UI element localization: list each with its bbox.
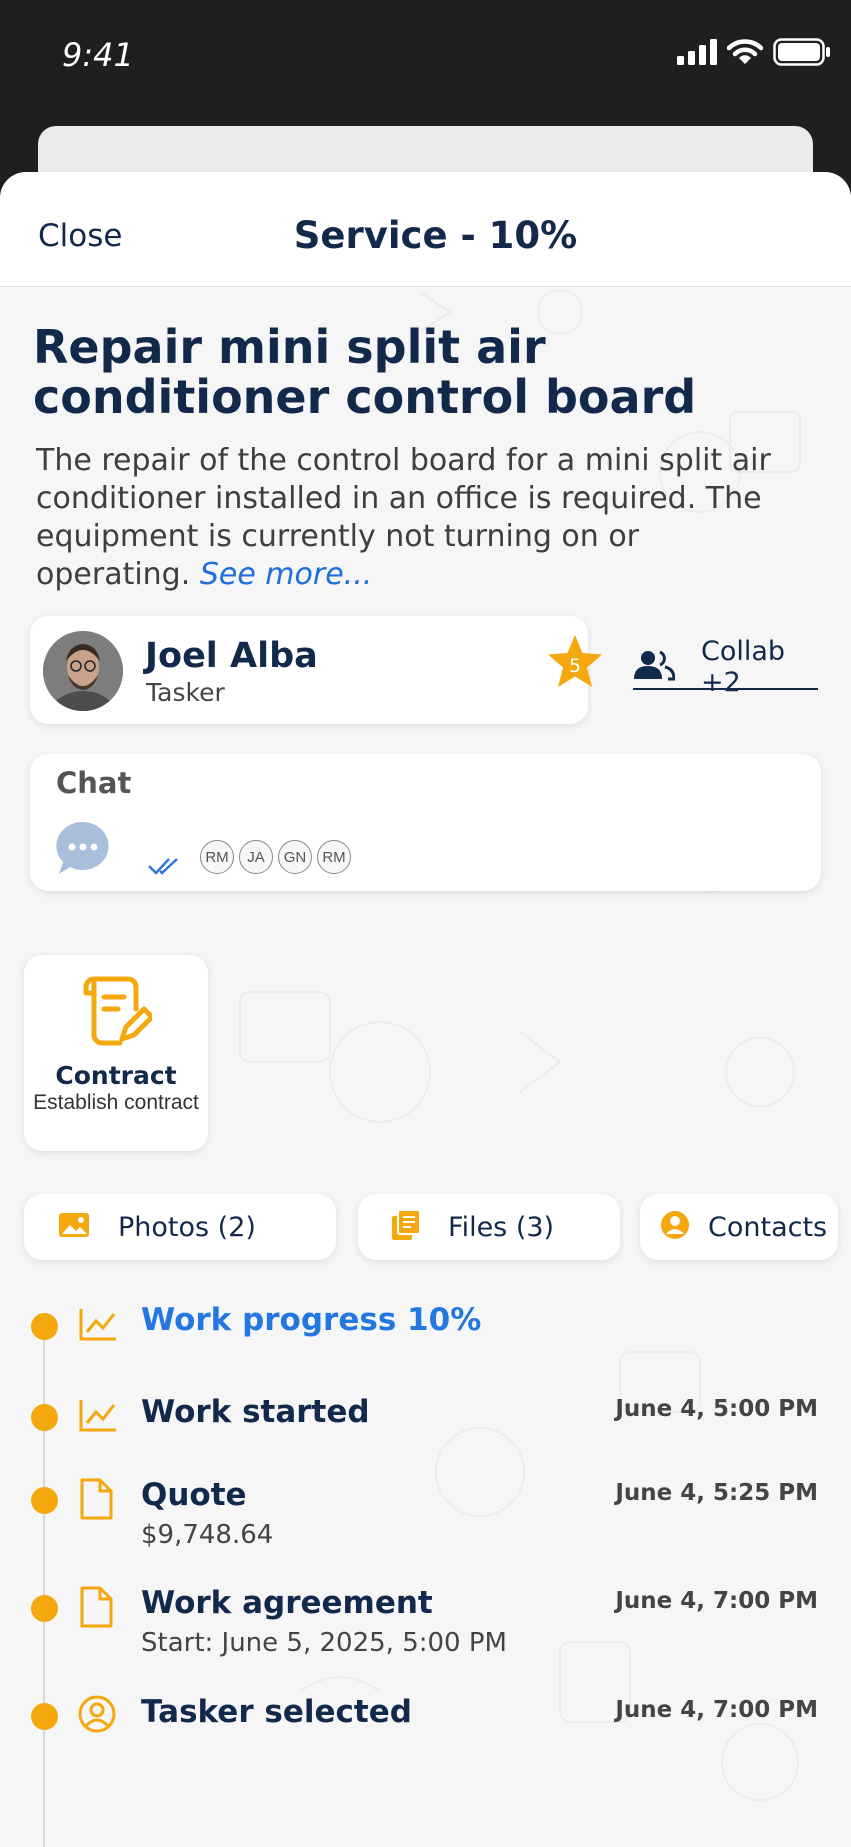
timeline-dot	[31, 1404, 58, 1431]
document-icon	[78, 1586, 114, 1633]
timeline-date: June 4, 7:00 PM	[615, 1588, 818, 1614]
contacts-button[interactable]: Contacts	[640, 1194, 838, 1260]
status-time: 9:41	[62, 36, 134, 74]
participant-chip: JA	[239, 840, 273, 874]
participant-chip: RM	[200, 840, 234, 874]
status-icons	[677, 38, 831, 71]
cellular-signal-icon	[677, 39, 717, 70]
chart-line-icon	[78, 1306, 118, 1347]
rating-star-badge: 5	[545, 632, 605, 692]
files-label: Files (3)	[448, 1211, 555, 1243]
contacts-label: Contacts	[708, 1211, 828, 1243]
timeline-title: Work progress 10%	[141, 1302, 482, 1338]
timeline-dot	[31, 1595, 58, 1622]
users-icon	[633, 649, 676, 686]
sheet-title: Service - 10%	[293, 214, 578, 257]
task-description-text: The repair of the control board for a mi…	[36, 443, 771, 592]
service-sheet: Close Service - 10% Repair mini split ai…	[0, 172, 851, 1847]
timeline-dot	[31, 1703, 58, 1730]
chat-title: Chat	[56, 766, 132, 800]
task-description: The repair of the control board for a mi…	[36, 442, 796, 594]
contract-card[interactable]: Contract Establish contract	[24, 955, 208, 1151]
timeline-date: June 4, 5:00 PM	[615, 1396, 818, 1422]
timeline-title: Work agreement	[141, 1585, 433, 1621]
avatar	[43, 631, 123, 711]
chat-bubble-icon	[53, 818, 113, 883]
document-icon	[78, 1478, 114, 1525]
user-circle-icon	[78, 1695, 116, 1738]
collab-label: Collab +2	[701, 636, 786, 698]
timeline-subtitle: $9,748.64	[141, 1520, 274, 1550]
chat-card[interactable]: Chat RM JA GN RM	[30, 754, 821, 891]
rating-value: 5	[569, 655, 581, 677]
participant-chip: GN	[278, 840, 312, 874]
battery-icon	[773, 38, 831, 71]
tasker-card[interactable]: Joel Alba Tasker 5	[30, 616, 602, 724]
timeline-dot	[31, 1313, 58, 1340]
chat-participants: RM JA GN RM	[200, 840, 351, 874]
contract-title: Contract	[55, 1061, 177, 1090]
photos-button[interactable]: Photos (2)	[24, 1194, 336, 1260]
see-more-link[interactable]: See more...	[200, 557, 372, 592]
timeline-subtitle: Start: June 5, 2025, 5:00 PM	[141, 1628, 507, 1658]
photos-label: Photos (2)	[118, 1211, 256, 1243]
files-icon	[392, 1208, 421, 1245]
tasker-name: Joel Alba	[145, 636, 318, 676]
timeline-title: Quote	[141, 1477, 247, 1513]
status-bar: 9:41	[0, 0, 851, 110]
chart-line-icon	[78, 1397, 118, 1438]
participant-chip: RM	[317, 840, 351, 874]
contract-subtitle: Establish contract	[33, 1091, 199, 1114]
files-button[interactable]: Files (3)	[358, 1194, 620, 1260]
double-check-icon	[147, 856, 181, 881]
contact-icon	[660, 1210, 690, 1245]
task-title: Repair mini split air conditioner contro…	[33, 320, 697, 424]
timeline-date: June 4, 5:25 PM	[615, 1480, 818, 1506]
timeline-date: June 4, 7:00 PM	[615, 1697, 818, 1723]
image-icon	[58, 1212, 90, 1243]
timeline-title: Work started	[141, 1394, 370, 1430]
wifi-icon	[726, 39, 764, 70]
timeline-title: Tasker selected	[141, 1694, 412, 1730]
star-icon: 5	[548, 635, 602, 687]
timeline-dot	[31, 1487, 58, 1514]
tasker-role: Tasker	[146, 678, 225, 707]
sheet-header: Close Service - 10%	[0, 172, 851, 287]
collab-button[interactable]: Collab +2	[633, 636, 818, 698]
contract-edit-icon	[80, 973, 155, 1054]
